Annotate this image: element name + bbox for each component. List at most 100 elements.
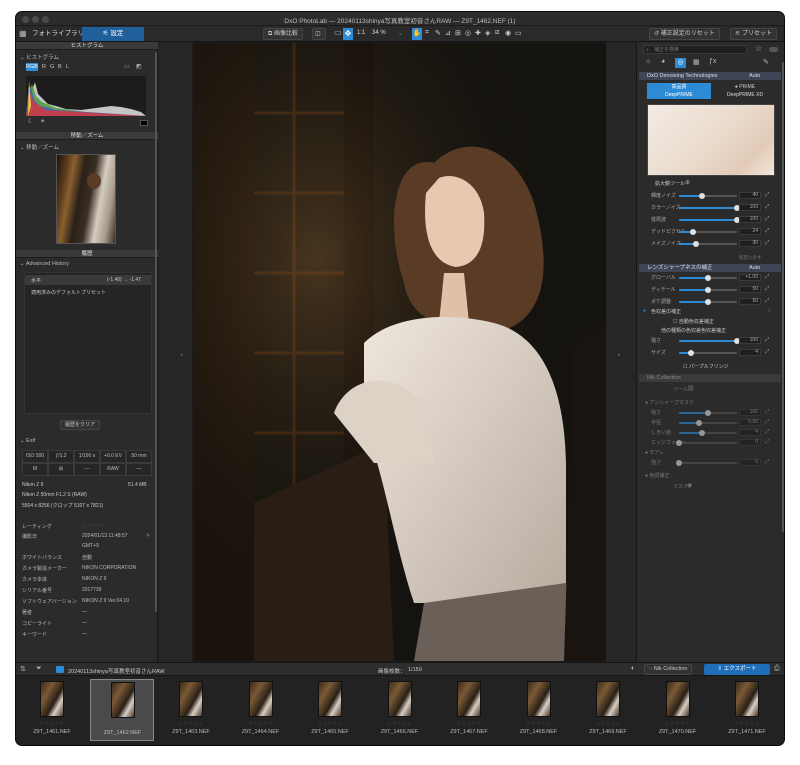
reset-slider-icon[interactable]: ⤢ — [765, 286, 769, 293]
perspective-icon[interactable]: ⊞ — [455, 29, 461, 37]
slider-track[interactable] — [679, 229, 737, 235]
metadata-value[interactable]: 2024/01/13 11:48:57 — [82, 533, 128, 539]
filmstrip-thumbnail[interactable]: ☆☆☆☆☆ Z9T_1464.NEF — [229, 679, 293, 741]
filmstrip-thumbnail[interactable]: ☆☆☆☆☆ Z9T_1465.NEF — [298, 679, 362, 741]
filmstrip-thumbnail[interactable]: ☆☆☆☆☆ Z9T_1467.NEF — [437, 679, 501, 741]
geometry-tab-icon[interactable]: ▦ — [693, 58, 700, 66]
reset-corrections-button[interactable]: ↺ 補正設定のリセット — [649, 28, 720, 40]
slider-knob[interactable] — [705, 410, 711, 416]
selective-title[interactable]: ● 色調補正 — [645, 472, 669, 479]
reset-slider-icon[interactable]: ⤢ — [765, 349, 769, 356]
fit-icon[interactable]: ▭ — [334, 28, 342, 37]
exif-title[interactable]: ⌄ Exif — [20, 438, 35, 444]
reset-slider-icon[interactable]: ⤢ — [765, 419, 769, 426]
history-item-selected[interactable]: 水平 (-1.40) → -1.47 — [25, 275, 151, 285]
nik-collection-button[interactable]: ◌ Nik Collection — [644, 664, 693, 675]
navigator-section-header[interactable]: 移動／ズーム — [16, 132, 158, 140]
move-icon[interactable]: ✥ — [343, 28, 353, 40]
noise-slider[interactable]: カラーノイズ 100 ⤢ — [645, 204, 777, 212]
nik-circle-icon[interactable]: ◐ — [631, 665, 635, 672]
left-scrollbar[interactable] — [155, 52, 157, 612]
mode-deepprime[interactable]: DeepPRIME — [647, 91, 711, 99]
reset-slider-icon[interactable]: ⤢ — [765, 337, 769, 344]
filmstrip-thumbnail[interactable]: ☆☆☆☆☆ Z9T_1468.NEF — [507, 679, 571, 741]
thumbnail-rating[interactable]: ☆☆☆☆☆ — [521, 721, 557, 727]
purple-fringe-checkbox[interactable]: ☐ パープルフリンジ — [683, 363, 729, 370]
lens-slider[interactable]: グローバル +1.00 ⤢ — [645, 274, 777, 282]
navigator-title[interactable]: ⌄ 移動／ズーム — [20, 143, 59, 151]
slider-track[interactable] — [676, 460, 737, 466]
thumbnail-rating[interactable]: ☆☆☆☆☆ — [729, 721, 765, 727]
reset-slider-icon[interactable]: ⤢ — [765, 429, 769, 436]
slider-track[interactable] — [679, 287, 737, 293]
detail-tab-icon[interactable]: ◎ — [675, 58, 686, 68]
thumbnail-image[interactable] — [665, 681, 690, 717]
unsharp-slider[interactable]: しきい値 4 ⤢ — [645, 429, 777, 437]
slider-value[interactable]: 0.50 — [739, 419, 761, 426]
histogram-section-header[interactable]: ヒストグラム — [16, 42, 158, 50]
thumbnail-rating[interactable]: ☆☆☆☆☆ — [105, 722, 141, 728]
thumbnail-image[interactable] — [110, 682, 135, 718]
crop-icon[interactable]: ⌗ — [425, 29, 429, 37]
slider-track[interactable] — [679, 241, 737, 247]
history-section-header[interactable]: 履歴 — [16, 250, 158, 258]
search-input[interactable] — [654, 46, 744, 53]
clear-history-button[interactable]: 履歴をクリア — [60, 420, 101, 430]
lens-slider[interactable]: ボケ調整 50 ⤢ — [645, 298, 777, 306]
unsharp-slider[interactable]: 強さ 100 ⤢ — [645, 409, 777, 417]
moire-slider-row[interactable]: 強さ 0 ⤢ — [645, 459, 777, 467]
channel-rgb[interactable]: RGB — [26, 63, 38, 71]
thumbnail-rating[interactable]: ☆☆☆☆☆ — [173, 721, 209, 727]
ca-header[interactable]: ● 色収差の補正 ☆ — [643, 308, 777, 316]
slider-knob[interactable] — [699, 193, 706, 199]
slider-knob[interactable] — [687, 350, 694, 356]
horizon-icon[interactable]: ⊿ — [445, 29, 451, 37]
default-link[interactable]: 既定に戻す — [739, 255, 762, 261]
rating-stars[interactable]: ☆☆☆☆☆ — [82, 523, 104, 529]
mask-eye-icon[interactable]: ◉ — [687, 482, 692, 489]
nik-section-header[interactable]: Nik Collection — [639, 374, 781, 382]
metadata-value[interactable]: — — [82, 620, 87, 626]
thumbnail-image[interactable] — [735, 681, 759, 717]
before-after-icon[interactable]: ▭ — [515, 29, 522, 37]
slider-knob[interactable] — [705, 287, 711, 293]
filmstrip-thumbnail[interactable]: ☆☆☆☆☆ Z9T_1466.NEF — [368, 679, 432, 741]
filmstrip-thumbnail[interactable]: ☆☆☆☆☆ Z9T_1462.NEF — [89, 679, 154, 741]
filter-icon[interactable]: ⏷ — [36, 665, 42, 673]
slider-track[interactable] — [679, 205, 740, 211]
slider-knob[interactable] — [696, 420, 703, 426]
slider-value[interactable]: 30 — [739, 240, 761, 247]
metadata-value[interactable]: — — [82, 631, 87, 637]
thumbnail-image[interactable] — [526, 681, 551, 717]
slider-track[interactable] — [676, 440, 737, 446]
ca-enabled-icon[interactable]: ● — [643, 308, 646, 314]
slider-track[interactable] — [679, 299, 737, 305]
repair-icon[interactable]: ✚ — [475, 29, 481, 37]
noise-slider[interactable]: デッドピクセル 24 ⤢ — [645, 228, 777, 236]
collapse-right-icon[interactable]: ▸ — [618, 352, 621, 358]
thumbnail-image[interactable] — [318, 681, 342, 717]
ca-star-icon[interactable]: ☆ — [767, 308, 771, 314]
denoise-preview[interactable] — [647, 104, 775, 176]
denoise-auto[interactable]: Auto — [749, 72, 760, 80]
slider-track[interactable] — [679, 350, 737, 356]
slider-track[interactable] — [679, 275, 737, 281]
filmstrip-thumbnail[interactable]: ☆☆☆☆☆ Z9T_1470.NEF — [646, 679, 710, 741]
mask-icon[interactable]: ⧄ — [495, 29, 499, 37]
main-photo[interactable] — [194, 43, 606, 661]
slider-knob[interactable] — [693, 241, 700, 247]
metadata-value[interactable]: — — [82, 609, 87, 615]
reset-slider-icon[interactable]: ⤢ — [765, 298, 769, 305]
slider-value[interactable]: 50 — [739, 286, 761, 293]
reset-slider-icon[interactable]: ⤢ — [765, 459, 769, 466]
reset-slider-icon[interactable]: ⤢ — [765, 439, 769, 446]
slider-knob[interactable] — [676, 460, 682, 466]
local-tab-icon[interactable]: ✎ — [763, 58, 769, 66]
slider-value[interactable]: 100 — [739, 204, 761, 211]
noise-slider[interactable]: 輝度ノイズ 40 ⤢ — [645, 192, 777, 200]
redeye-icon[interactable]: ◎ — [465, 29, 471, 37]
sort-icon[interactable]: ⇅ — [20, 665, 26, 673]
slider-value[interactable]: 4 — [739, 349, 761, 356]
thumbnail-rating[interactable]: ☆☆☆☆☆ — [590, 721, 626, 727]
slider-value[interactable]: 40 — [739, 192, 761, 199]
